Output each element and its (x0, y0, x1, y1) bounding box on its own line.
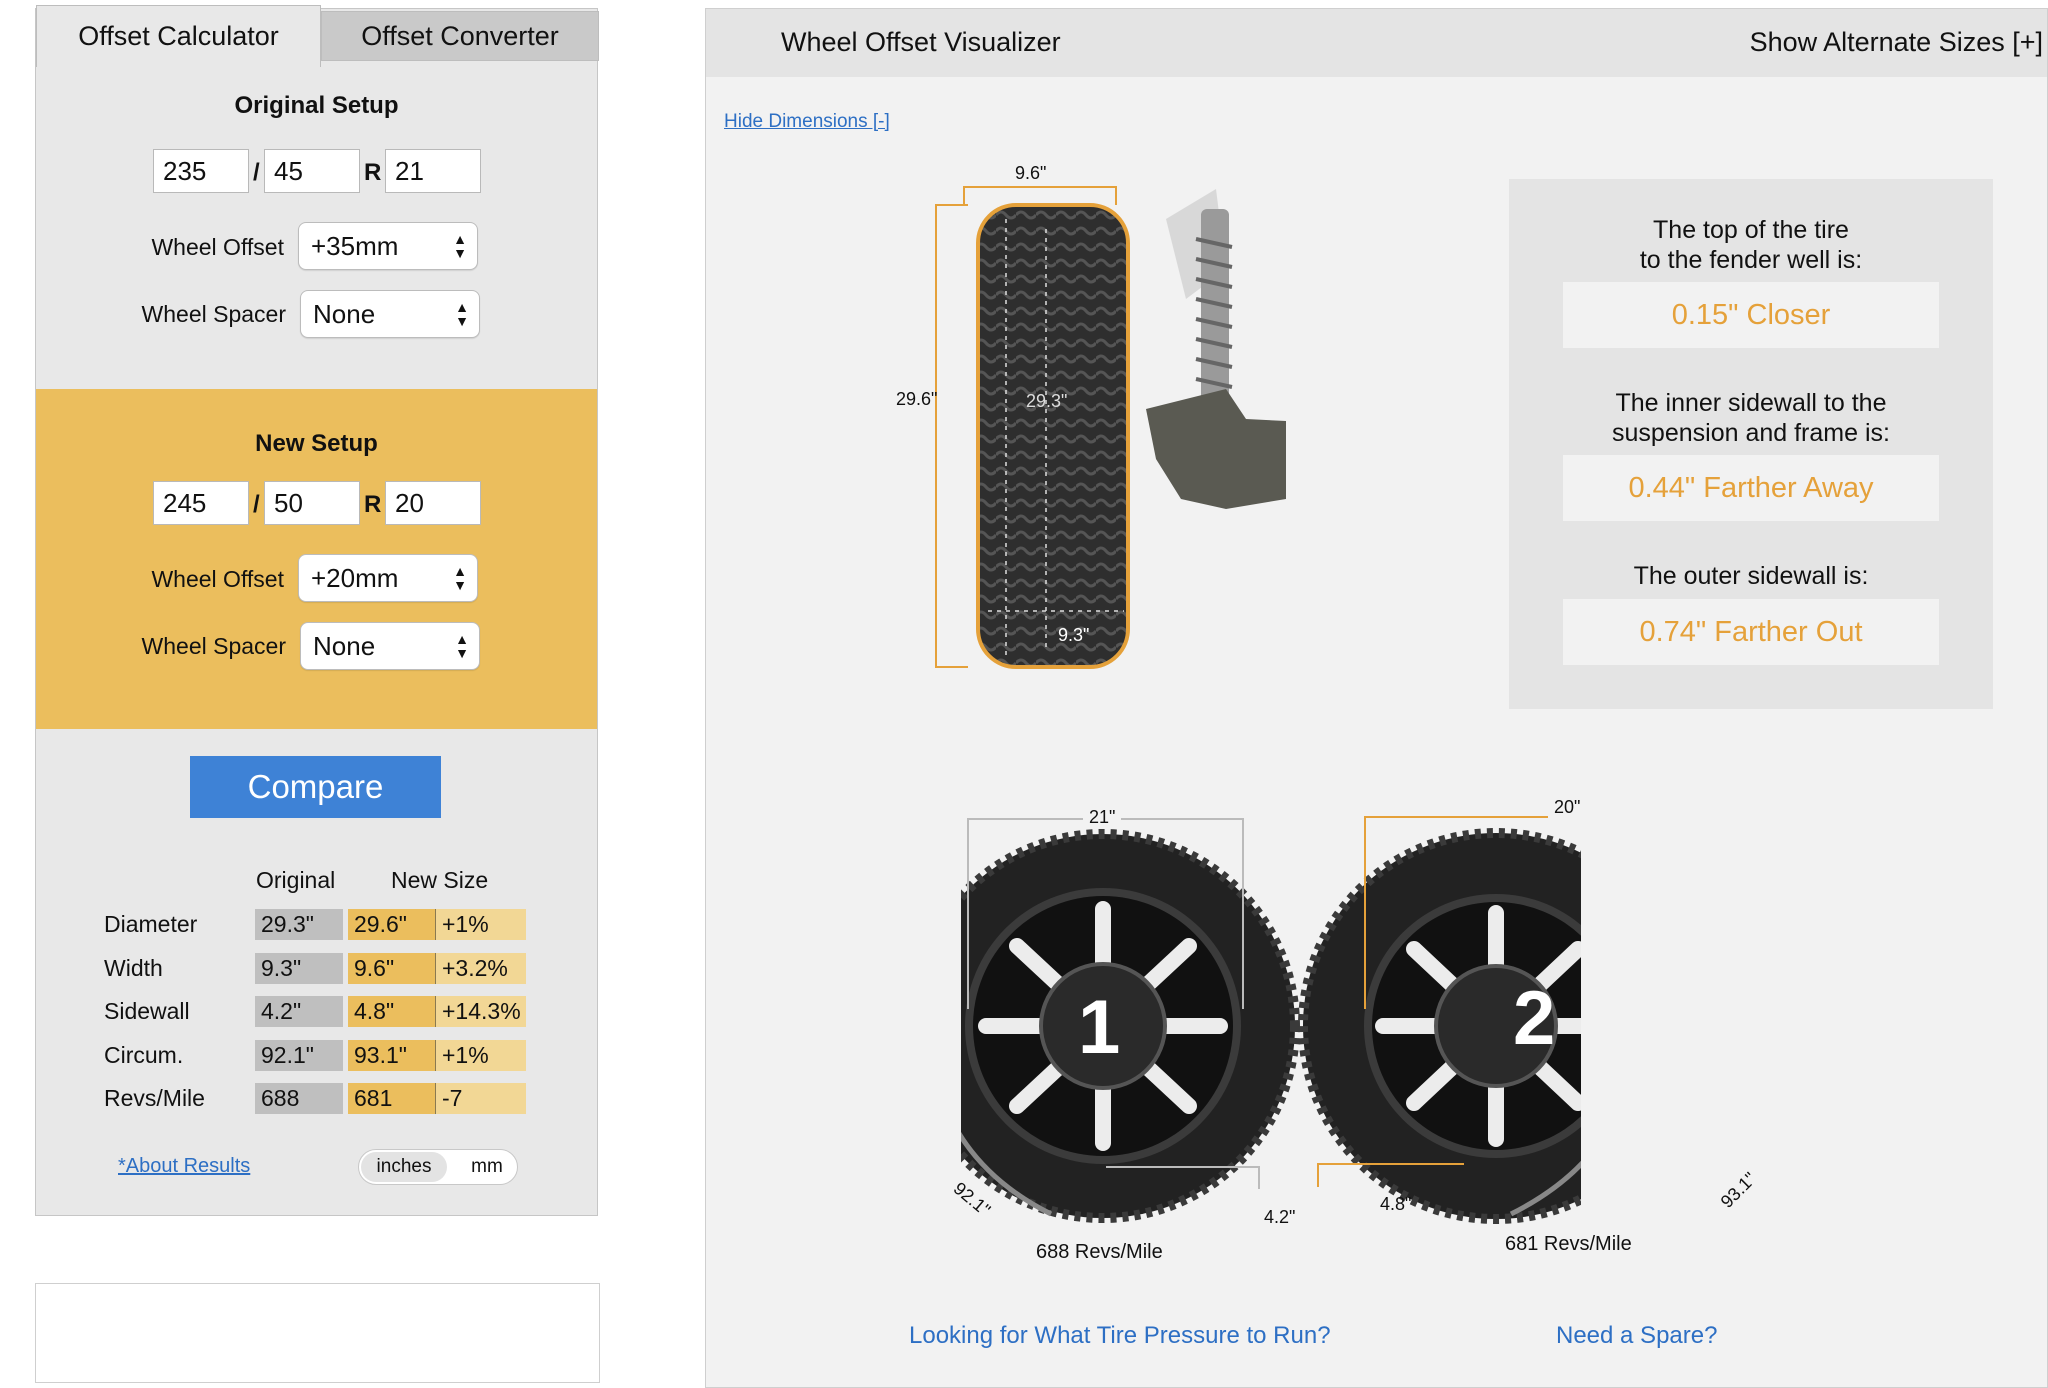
result-label: Revs/Mile (104, 1085, 205, 1111)
slash-separator: / (253, 491, 260, 518)
offset-calculator-panel: Offset Calculator Offset Converter Origi… (35, 5, 599, 1216)
tab-offset-converter[interactable]: Offset Converter (321, 11, 599, 61)
new-aspect-input[interactable]: 50 (264, 481, 360, 525)
new-setup-title: New Setup (255, 430, 378, 457)
result-difference-value: -7 (436, 1083, 526, 1114)
original-diameter-dimension: 29.3" (1026, 391, 1068, 411)
result-new-value: 29.6" (348, 909, 436, 940)
r-separator: R (364, 159, 382, 186)
new-offset-value: +20mm (311, 563, 399, 593)
fender-value: 0.15" Closer (1563, 282, 1939, 348)
wheel-1-revs: 688 Revs/Mile (1036, 1241, 1163, 1263)
original-width-input[interactable]: 235 (153, 149, 249, 193)
result-difference-value: +1% (436, 1039, 526, 1071)
result-original-value: 29.3" (255, 909, 343, 940)
slash-separator: / (253, 159, 260, 186)
select-arrows-icon: ▲ ▼ (455, 631, 469, 661)
new-spacer-value: None (313, 631, 376, 661)
result-original-value: 9.3" (255, 952, 343, 984)
result-difference-value: +14.3% (436, 996, 526, 1027)
result-original-value: 4.2" (255, 996, 343, 1027)
wheel-2-rim-dimension: 20" (1548, 797, 1587, 818)
hide-dimensions-link[interactable]: Hide Dimensions [-] (724, 111, 890, 133)
result-new-value: 4.8" (348, 996, 436, 1027)
wheel-comparison: 1 21" 92.1" 4.2" 688 Revs/Mile (906, 789, 1694, 1269)
original-offset-label: Wheel Offset (151, 234, 284, 260)
original-aspect-input[interactable]: 45 (264, 149, 360, 193)
visualizer-header: Wheel Offset Visualizer Show Alternate S… (706, 9, 2047, 77)
tire-side-illustration (935, 186, 1286, 669)
inner-sidewall-text-line2: suspension and frame is: (1612, 419, 1890, 447)
result-difference-value: +1% (436, 909, 526, 940)
offset-info-box: The top of the tire to the fender well i… (1509, 179, 1993, 709)
result-label: Diameter (104, 911, 198, 937)
new-setup-section: New Setup 245 / 50 R 20 Wheel Offset +20… (36, 389, 597, 729)
wheel-comparison-illustration (906, 816, 1694, 1224)
original-spacer-label: Wheel Spacer (141, 301, 286, 327)
suspension-illustration (1146, 189, 1286, 509)
new-diameter-dimension: 29.6" (896, 389, 938, 409)
inner-sidewall-value: 0.44" Farther Away (1563, 455, 1939, 521)
result-new-value: 93.1" (348, 1039, 436, 1071)
wheel-1-rim-dimension: 21" (1083, 807, 1122, 828)
wheel-2-sidewall: 4.8" (1380, 1194, 1412, 1214)
result-label: Width (104, 954, 163, 981)
tire-pressure-link[interactable]: Looking for What Tire Pressure to Run? (909, 1322, 1331, 1350)
col-original-header: Original (256, 867, 336, 893)
new-spacer-select[interactable]: None ▲ ▼ (300, 622, 480, 670)
fender-text-line1: The top of the tire (1653, 216, 1849, 244)
fender-text-line2: to the fender well is: (1639, 246, 1863, 274)
ad-placeholder (35, 1283, 600, 1383)
new-spacer-label: Wheel Spacer (141, 633, 286, 659)
result-new-value: 9.6" (348, 952, 436, 984)
visualizer-title: Wheel Offset Visualizer (781, 27, 1061, 57)
original-spacer-value: None (313, 299, 376, 329)
original-setup-title: Original Setup (234, 92, 399, 119)
compare-button[interactable]: Compare (190, 756, 441, 818)
original-width-dimension: 9.3" (1058, 625, 1090, 645)
wheel-1-sidewall: 4.2" (1264, 1207, 1296, 1227)
wheel-2-revs: 681 Revs/Mile (1505, 1233, 1632, 1255)
result-new-value: 681 (348, 1083, 436, 1114)
new-offset-label: Wheel Offset (151, 566, 284, 592)
original-offset-value: +35mm (311, 231, 399, 261)
wheel-2-number: 2 (1513, 976, 1556, 1061)
outer-sidewall-value: 0.74" Farther Out (1563, 599, 1939, 665)
wheel-1-number: 1 (1078, 985, 1121, 1070)
unit-inches-option[interactable]: inches (361, 1152, 447, 1182)
outer-sidewall-text: The outer sidewall is: (1633, 562, 1869, 590)
select-arrows-icon: ▲ ▼ (455, 299, 469, 329)
result-label: Sidewall (104, 998, 190, 1024)
about-results-link[interactable]: *About Results (118, 1155, 250, 1178)
unit-mm-option[interactable]: mm (459, 1152, 515, 1182)
need-a-spare-link[interactable]: Need a Spare? (1556, 1322, 1717, 1350)
new-width-dimension: 9.6" (1009, 163, 1053, 184)
new-rim-input[interactable]: 20 (385, 481, 481, 525)
show-alternate-sizes-toggle[interactable]: Show Alternate Sizes [+] (1750, 27, 2043, 58)
inner-sidewall-text-line1: The inner sidewall to the (1615, 389, 1887, 417)
result-label: Circum. (104, 1041, 184, 1068)
select-arrows-icon: ▲ ▼ (453, 231, 467, 261)
original-spacer-select[interactable]: None ▲ ▼ (300, 290, 480, 338)
original-offset-select[interactable]: +35mm ▲ ▼ (298, 222, 478, 270)
new-width-input[interactable]: 245 (153, 481, 249, 525)
result-original-value: 92.1" (255, 1039, 343, 1071)
wheel-offset-visualizer: Wheel Offset Visualizer Show Alternate S… (705, 8, 2048, 1388)
tire-side-view: 9.6" 29.6" 29.3" 9.3" (896, 159, 1286, 679)
unit-toggle[interactable]: inches mm (358, 1149, 518, 1185)
tab-offset-calculator[interactable]: Offset Calculator (36, 5, 321, 67)
r-separator: R (364, 491, 382, 518)
wheel-1-illustration (906, 829, 1300, 1223)
result-original-value: 688 (255, 1083, 343, 1114)
select-arrows-icon: ▲ ▼ (453, 563, 467, 593)
col-new-size-header: New Size (391, 867, 489, 893)
result-difference-value: +3.2% (436, 952, 526, 984)
new-offset-select[interactable]: +20mm ▲ ▼ (298, 554, 478, 602)
original-rim-input[interactable]: 21 (385, 149, 481, 193)
